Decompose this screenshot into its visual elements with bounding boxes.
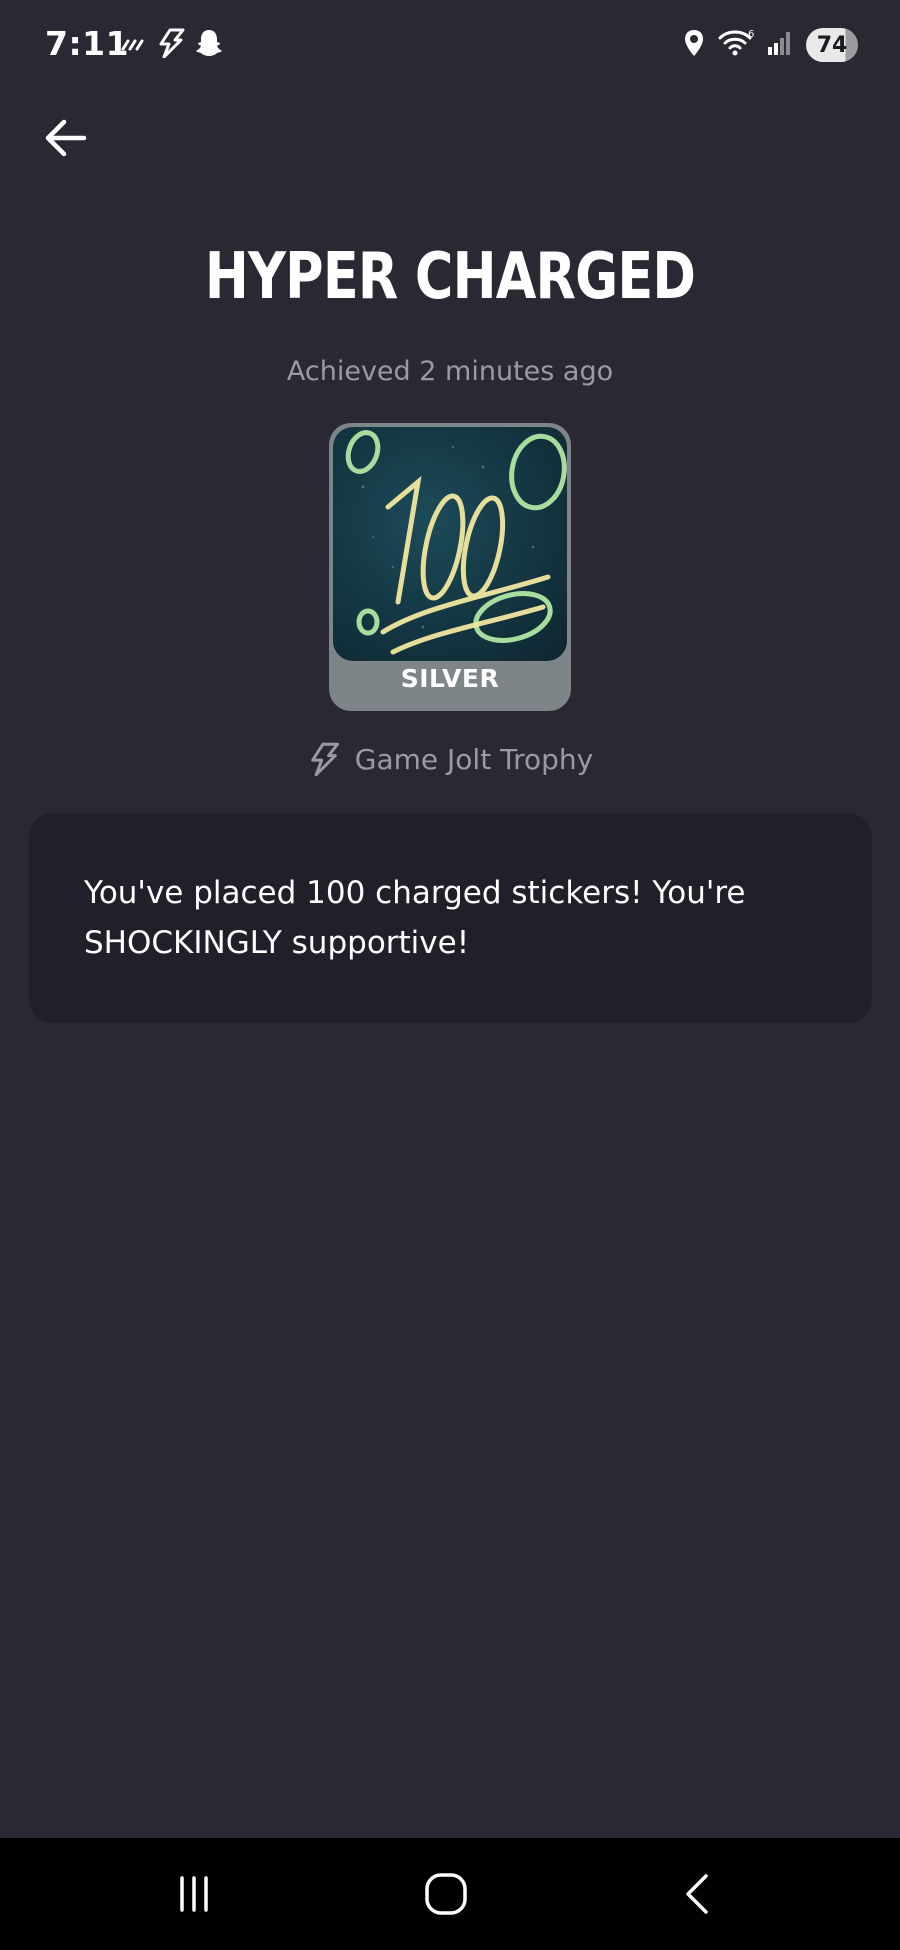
status-time: 7:11 [45,24,130,63]
system-nav-bar [0,1838,900,1950]
cell-signal-icon [766,29,794,61]
home-button[interactable] [386,1838,506,1950]
status-bar: 7:11 6 74 [0,0,900,95]
trophy-title: HYPER CHARGED [204,240,696,314]
nav-back-icon [686,1874,708,1914]
nav-back-button[interactable] [638,1838,758,1950]
trophy-image [333,427,567,661]
home-icon [425,1873,467,1915]
snapchat-icon [194,28,224,62]
trophy-screen: 7:11 6 74 HYPER CHARGED Achieved 2 minut… [0,0,900,1950]
trophy-description: You've placed 100 charged stickers! You'… [84,875,746,961]
back-button[interactable] [40,112,92,164]
trophy-tier-label: SILVER [400,664,500,693]
recent-apps-button[interactable] [134,1838,254,1950]
back-arrow-icon [45,119,87,157]
svg-text:6: 6 [748,29,754,40]
status-left-icons [120,28,224,62]
achieved-time: Achieved 2 minutes ago [286,356,614,387]
wifi-icon: 6 [718,28,754,62]
game-jolt-icon [310,742,339,776]
trophy-source-label: Game Jolt Trophy [354,742,594,776]
location-icon [682,28,706,62]
game-jolt-icon [156,28,186,62]
trophy-source: Game Jolt Trophy [0,742,900,776]
battery-icon: 74 [806,28,858,62]
recent-apps-icon [180,1876,208,1912]
status-right-icons: 6 74 [682,28,858,62]
trophy-description-card: You've placed 100 charged stickers! You'… [29,813,872,1023]
signal-bars-icon [120,33,148,57]
